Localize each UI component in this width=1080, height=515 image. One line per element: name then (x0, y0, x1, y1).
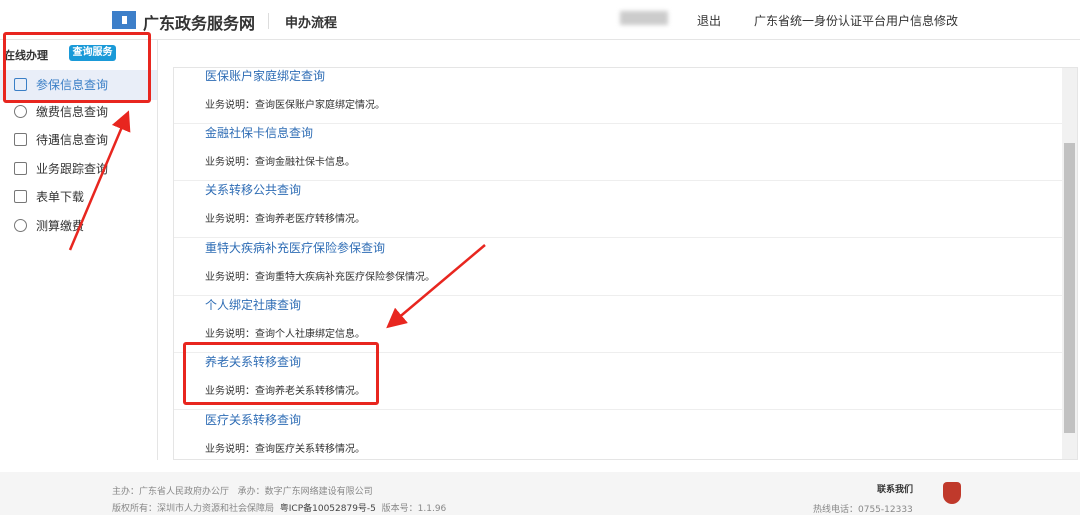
arrow (386, 244, 486, 329)
annotation-arrows (68, 110, 486, 329)
arrow (68, 110, 131, 251)
